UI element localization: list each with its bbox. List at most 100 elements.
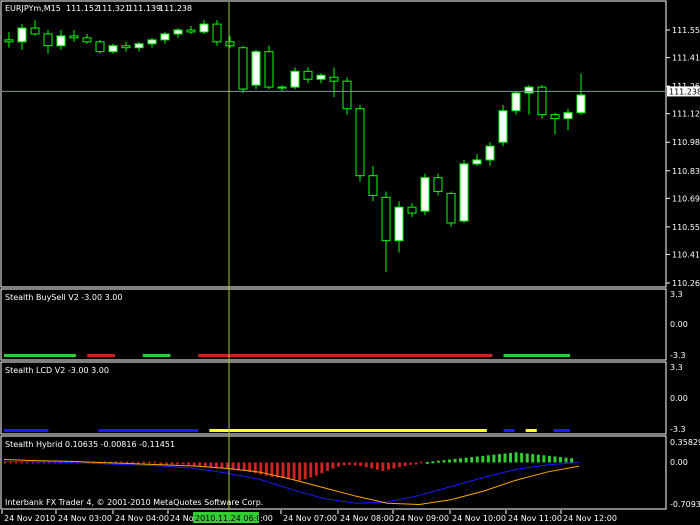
buysell-segment — [198, 354, 493, 357]
candle-body — [550, 114, 560, 120]
hybrid-hist-bar — [164, 462, 168, 465]
candle-body — [4, 39, 14, 43]
buysell-tick-top: 3.3 — [670, 290, 683, 299]
hybrid-hist-bar — [325, 462, 329, 471]
current-price-label: 111.238 — [669, 87, 700, 96]
copyright-text: Interbank FX Trader 4, © 2001-2010 MetaQ… — [5, 498, 263, 507]
hybrid-hist-bar — [531, 454, 535, 463]
hybrid-hist-bar — [181, 462, 185, 465]
time-axis-label: 24 Nov 07:00 — [283, 514, 337, 523]
candle-body — [472, 159, 482, 165]
candle-body — [290, 70, 300, 88]
time-axis-label: 24 Nov 09:00 — [395, 514, 449, 523]
hybrid-hist-bar — [331, 462, 335, 469]
hybrid-hist-bar — [176, 462, 180, 465]
candle-body — [264, 51, 274, 88]
candle-body — [173, 29, 183, 35]
hybrid-hist-bar — [436, 460, 440, 463]
candle-body — [95, 41, 105, 53]
candle-body — [446, 192, 456, 224]
candle-body — [134, 43, 144, 49]
hybrid-tick-top: 0.35829 — [670, 438, 700, 447]
hybrid-hist-bar — [503, 453, 507, 463]
hybrid-hist-bar — [464, 457, 468, 463]
hybrid-hist-bar — [403, 462, 407, 467]
lcd-tick-mid: 0.00 — [670, 394, 688, 403]
hybrid-hist-bar — [525, 453, 529, 463]
hybrid-hist-bar — [320, 462, 324, 474]
ohlc-low: 111.139 — [128, 4, 161, 13]
candle-body — [329, 76, 339, 82]
time-axis: 24 Nov 2010 24 Nov 03:00 24 Nov 04:00 24 No… — [1, 510, 617, 523]
hybrid-hist-bar — [570, 458, 574, 463]
lcd-title: Stealth LCD V2 -3.00 3.00 — [5, 366, 109, 375]
buysell-segment — [142, 354, 171, 357]
hybrid-hist-bar — [359, 462, 363, 467]
candle-body — [30, 27, 40, 35]
candle-body — [420, 177, 430, 212]
ohlc-close: 111.238 — [159, 4, 192, 13]
hybrid-hist-bar — [198, 462, 202, 467]
hybrid-hist-bar — [131, 461, 134, 464]
lcd-segment — [503, 429, 515, 432]
lcd-segment — [98, 429, 199, 432]
hybrid-hist-bar — [348, 462, 352, 465]
hybrid-hist-bar — [509, 452, 513, 463]
hybrid-title: Stealth Hybrid 0.10635 -0.00816 -0.11451 — [5, 440, 175, 449]
candle-body — [407, 206, 417, 214]
candle-body — [225, 41, 235, 47]
price-tick-label: 110.980 — [672, 138, 700, 147]
buysell-layer — [4, 354, 571, 357]
candle-body — [355, 108, 365, 177]
lcd-tick-top: 3.3 — [670, 363, 683, 372]
hybrid-hist-bar — [425, 461, 429, 464]
candle-body — [277, 86, 287, 89]
buysell-tick-bot: -3.3 — [670, 351, 686, 360]
buysell-tick-mid: 0.00 — [670, 320, 688, 329]
hybrid-hist-bar — [292, 462, 296, 480]
hybrid-tick-mid: 0.00 — [670, 458, 688, 467]
candle-body — [303, 70, 313, 80]
candle-body — [108, 45, 118, 53]
buysell-segment — [4, 354, 77, 357]
hybrid-hist-bar — [420, 461, 423, 464]
hybrid-hist-bar — [142, 461, 145, 464]
lcd-segment — [209, 429, 487, 432]
lcd-segment — [553, 429, 571, 432]
hybrid-hist-bar — [514, 452, 518, 463]
hybrid-hist-bar — [137, 461, 140, 464]
hybrid-hist-bar — [559, 457, 562, 463]
hybrid-hist-bar — [342, 462, 346, 466]
chart-window[interactable]: 111.550111.410111.265111.125110.980110.8… — [0, 0, 700, 525]
candle-body — [381, 196, 391, 242]
hybrid-hist-bar — [353, 462, 357, 466]
candle-body — [459, 163, 469, 222]
candle-body — [316, 74, 326, 80]
hybrid-hist-bar — [375, 462, 379, 470]
candle-body — [199, 23, 209, 33]
candle-body — [69, 35, 79, 39]
ohlc-high: 111.321 — [97, 4, 130, 13]
candle-body — [56, 35, 66, 47]
hybrid-hist-bar — [209, 462, 213, 468]
price-tick-label: 111.125 — [672, 110, 700, 119]
candle-body — [43, 33, 53, 47]
hybrid-hist-bar — [486, 455, 490, 463]
time-axis-label: 24 Nov 12:00 — [563, 514, 617, 523]
buysell-segment — [87, 354, 115, 357]
time-axis-label: 24 Nov 08:00 — [340, 514, 394, 523]
hybrid-hist-bar — [414, 462, 418, 465]
hybrid-hist-bar — [470, 457, 474, 463]
buysell-segment — [503, 354, 571, 357]
candle-body — [433, 177, 443, 192]
hybrid-hist-bar — [536, 454, 540, 463]
hybrid-hist-bar — [453, 458, 457, 463]
hybrid-hist-bar — [553, 456, 557, 463]
time-axis-label: 24 Nov 11:00 — [508, 514, 562, 523]
price-tick-label: 110.835 — [672, 167, 700, 176]
hybrid-hist-bar — [309, 462, 313, 478]
lcd-tick-bot: -3.3 — [670, 425, 686, 434]
symbol-header: EURJPYm,M15 — [5, 4, 61, 13]
hybrid-hist-bar — [364, 462, 368, 468]
candle-body — [147, 39, 157, 45]
